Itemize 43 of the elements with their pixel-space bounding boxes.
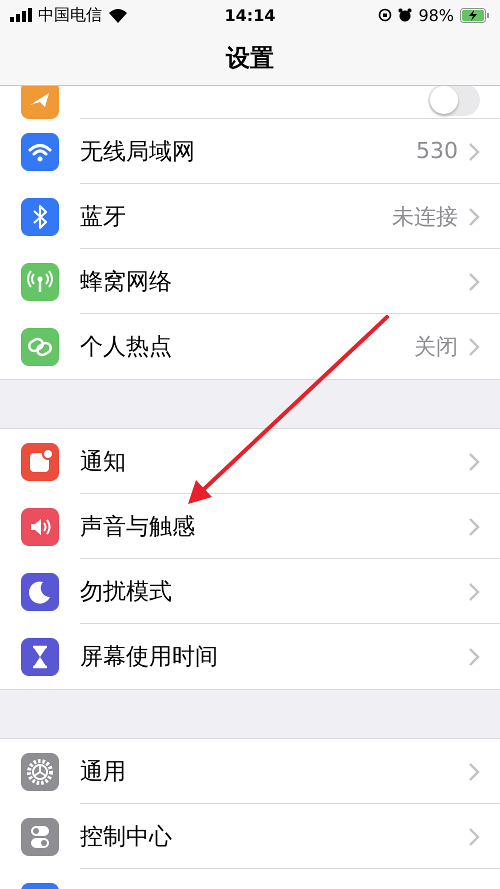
chevron-icon	[468, 142, 480, 162]
switches-icon	[21, 818, 59, 856]
chevron-icon	[468, 336, 480, 356]
chevron-icon	[468, 452, 480, 472]
setting-label: 声音与触感	[80, 513, 196, 542]
setting-value: 关闭	[414, 334, 458, 362]
antenna-icon	[21, 262, 59, 300]
hourglass-icon	[21, 638, 59, 676]
chevron-icon	[468, 646, 480, 666]
wifi-icon	[108, 8, 128, 22]
carrier-name: 中国电信	[38, 4, 102, 26]
setting-label: 通知	[80, 448, 127, 477]
alarm-clock-icon	[398, 8, 412, 22]
rotation-lock-icon	[378, 8, 392, 22]
speaker-icon	[21, 508, 59, 546]
moon-icon	[21, 572, 59, 610]
setting-value: 530	[416, 139, 458, 164]
gear-icon	[21, 752, 59, 790]
setting-label: 蜂窝网络	[80, 268, 173, 297]
page-title: 设置	[226, 42, 274, 74]
chevron-icon	[468, 582, 480, 602]
battery-percentage: 98%	[418, 6, 454, 24]
setting-label: 个人热点	[80, 333, 173, 362]
toggle-switch[interactable]	[428, 86, 480, 116]
chevron-icon	[468, 762, 480, 782]
battery-charging-icon	[460, 8, 490, 22]
chain-link-icon	[21, 328, 59, 366]
setting-label: 屏幕使用时间	[80, 643, 219, 672]
setting-label: 蓝牙	[80, 203, 127, 232]
chevron-icon	[468, 272, 480, 292]
chevron-icon	[468, 206, 480, 226]
setting-value: 未连接	[392, 204, 458, 232]
setting-label: 控制中心	[80, 823, 173, 852]
signal-icon	[10, 8, 32, 22]
setting-label: 通用	[80, 758, 127, 787]
notification-icon	[21, 442, 59, 480]
setting-label: 勿扰模式	[80, 578, 173, 607]
chevron-icon	[468, 826, 480, 846]
chevron-icon	[468, 516, 480, 536]
status-time: 14:14	[224, 6, 276, 24]
bluetooth-icon	[21, 198, 59, 236]
setting-label: 无线局域网	[80, 138, 196, 167]
wifi-icon	[21, 132, 59, 170]
